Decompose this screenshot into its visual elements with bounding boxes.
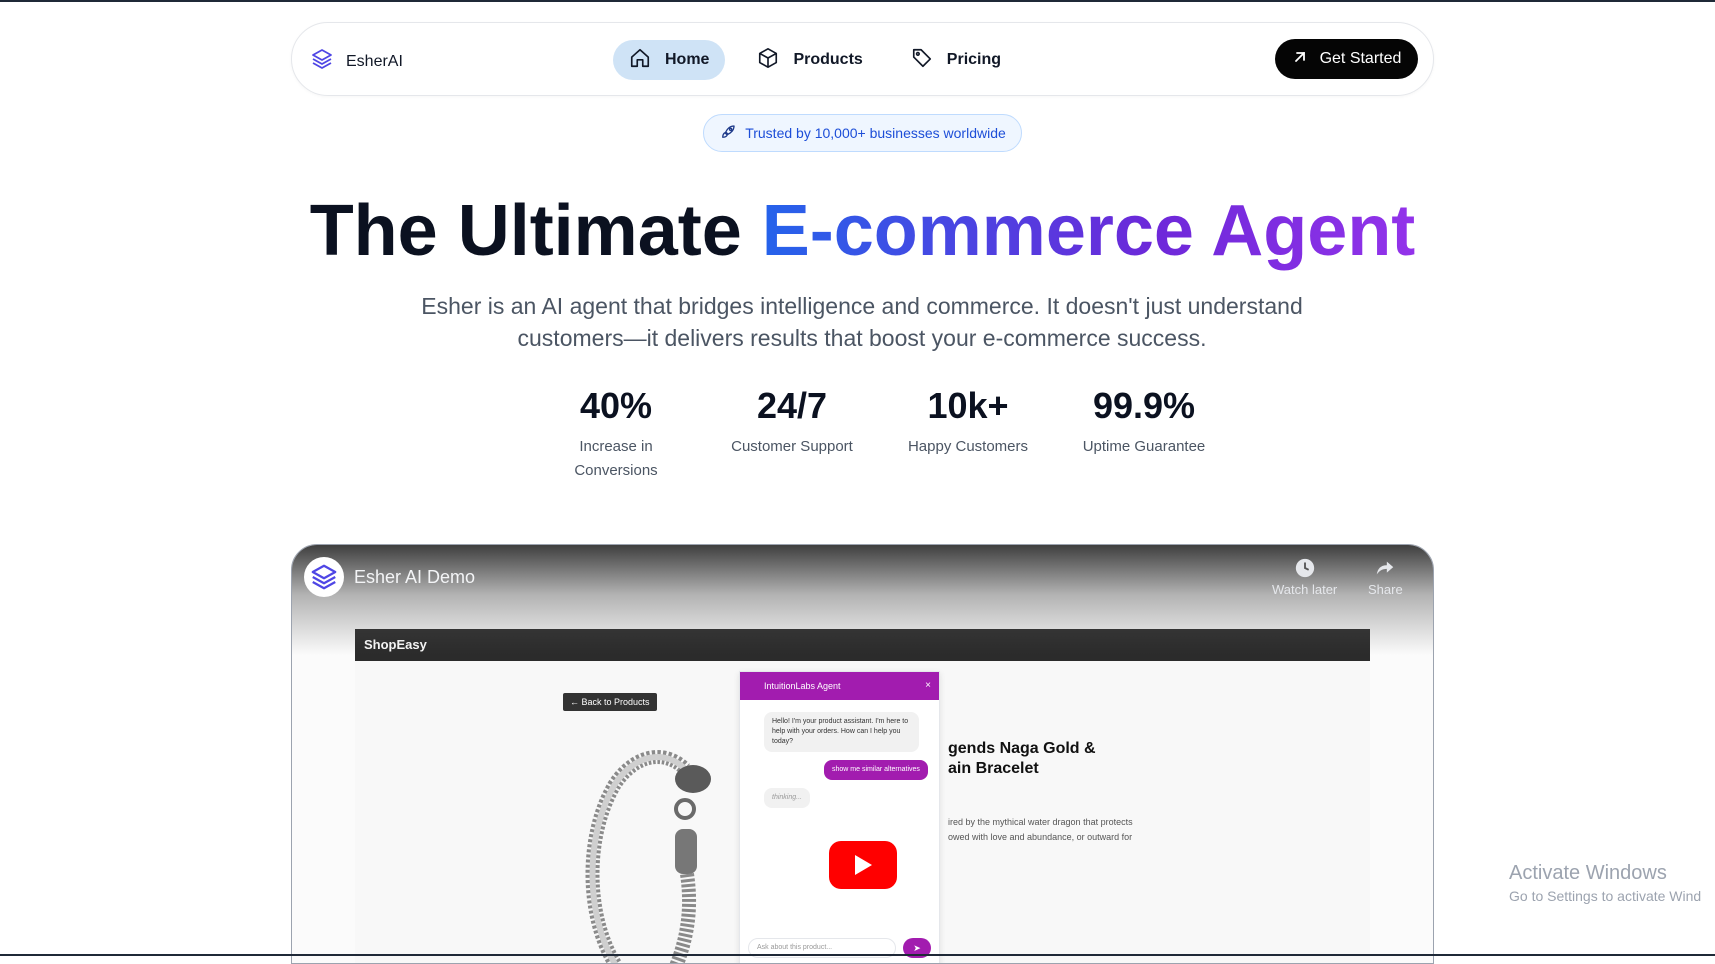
trust-badge-text: Trusted by 10,000+ businesses worldwide [745, 125, 1006, 141]
clock-icon [1272, 557, 1337, 582]
chat-widget: IntuitionLabs Agent × Hello! I'm your pr… [739, 671, 940, 963]
product-desc-line: ired by the mythical water dragon that p… [948, 817, 1133, 827]
nav-item-products[interactable]: Products [741, 40, 878, 80]
trust-badge: Trusted by 10,000+ businesses worldwide [703, 114, 1022, 152]
layers-icon [310, 47, 334, 76]
layers-icon [311, 564, 337, 590]
share-label: Share [1368, 582, 1403, 597]
watch-later-button[interactable]: Watch later [1272, 557, 1337, 597]
nav-item-pricing[interactable]: Pricing [895, 40, 1017, 80]
arrow-up-right-icon [1292, 49, 1308, 70]
hero-title-highlight: E-commerce Agent [761, 191, 1416, 271]
tag-icon [911, 47, 933, 74]
video-title-bar [292, 545, 1433, 655]
hero-subtitle: Esher is an AI agent that bridges intell… [421, 293, 1303, 351]
stat-label: Uptime Guarantee [1082, 438, 1206, 455]
stat-value: 10k+ [927, 385, 1009, 426]
video-frame-shop: ShopEasy ← Back to Products gends Naga G… [355, 629, 1370, 963]
stat-value: 40% [579, 385, 653, 426]
stat-conversions: 40% Increase in Conversions [528, 385, 704, 483]
product-title: gends Naga Gold & ain Bracelet [948, 739, 1096, 779]
stat-value: 24/7 [756, 385, 828, 426]
nav-links: Home Products Pricing [613, 40, 1033, 80]
chat-bot-message: Hello! I'm your product assistant. I'm h… [764, 712, 919, 752]
stat-label: Happy Customers [907, 438, 1029, 455]
rocket-icon [719, 123, 737, 144]
stat-uptime: 99.9% Uptime Guarantee [1056, 385, 1232, 483]
close-icon: × [925, 680, 931, 691]
stat-support: 24/7 Customer Support [704, 385, 880, 483]
get-started-button[interactable]: Get Started [1275, 39, 1418, 79]
product-title-line: gends Naga Gold & [948, 740, 1096, 757]
share-button[interactable]: Share [1368, 557, 1403, 597]
box-icon [757, 47, 779, 74]
play-button[interactable] [829, 841, 897, 889]
navbar: EsherAI Home Products Pricing Get Starte… [291, 22, 1434, 96]
activate-windows-subtitle: Go to Settings to activate Wind [1509, 888, 1702, 904]
watch-later-label: Watch later [1272, 582, 1338, 597]
nav-item-label: Home [665, 51, 710, 68]
home-icon [629, 47, 651, 74]
back-to-products-button: ← Back to Products [563, 693, 657, 711]
product-desc-line: owed with love and abundance, or outward… [948, 832, 1133, 842]
get-started-label: Get Started [1319, 50, 1402, 67]
share-icon [1368, 557, 1403, 582]
brand-logo[interactable]: EsherAI [310, 47, 403, 76]
bracelet-image [585, 750, 711, 963]
demo-video-player[interactable]: ShopEasy ← Back to Products gends Naga G… [291, 544, 1434, 964]
chat-title: IntuitionLabs Agent [764, 681, 841, 691]
stat-label: Customer Support [731, 438, 853, 455]
video-title[interactable]: Esher AI Demo [354, 567, 475, 588]
top-border [0, 0, 1715, 2]
nav-item-label: Pricing [946, 51, 1002, 68]
product-description: ired by the mythical water dragon that p… [948, 815, 1133, 845]
chat-header: IntuitionLabs Agent × [740, 672, 939, 700]
stat-label: Increase in Conversions [574, 438, 658, 479]
stats-row: 40% Increase in Conversions 24/7 Custome… [528, 385, 1232, 483]
hero-title-plain: The Ultimate [309, 191, 762, 271]
hero-title: The Ultimate E-commerce Agent [0, 190, 1715, 272]
play-icon [855, 855, 872, 875]
stat-value: 99.9% [1092, 385, 1196, 426]
activate-windows-title: Activate Windows [1509, 862, 1667, 884]
nav-item-label: Products [793, 51, 863, 68]
stat-customers: 10k+ Happy Customers [880, 385, 1056, 483]
chat-thinking: thinking... [764, 788, 810, 808]
brand-name: EsherAI [346, 52, 403, 70]
product-title-line: ain Bracelet [948, 760, 1039, 777]
nav-item-home[interactable]: Home [613, 40, 726, 80]
channel-avatar[interactable] [304, 557, 344, 597]
chat-user-message: show me similar alternatives [824, 760, 928, 780]
